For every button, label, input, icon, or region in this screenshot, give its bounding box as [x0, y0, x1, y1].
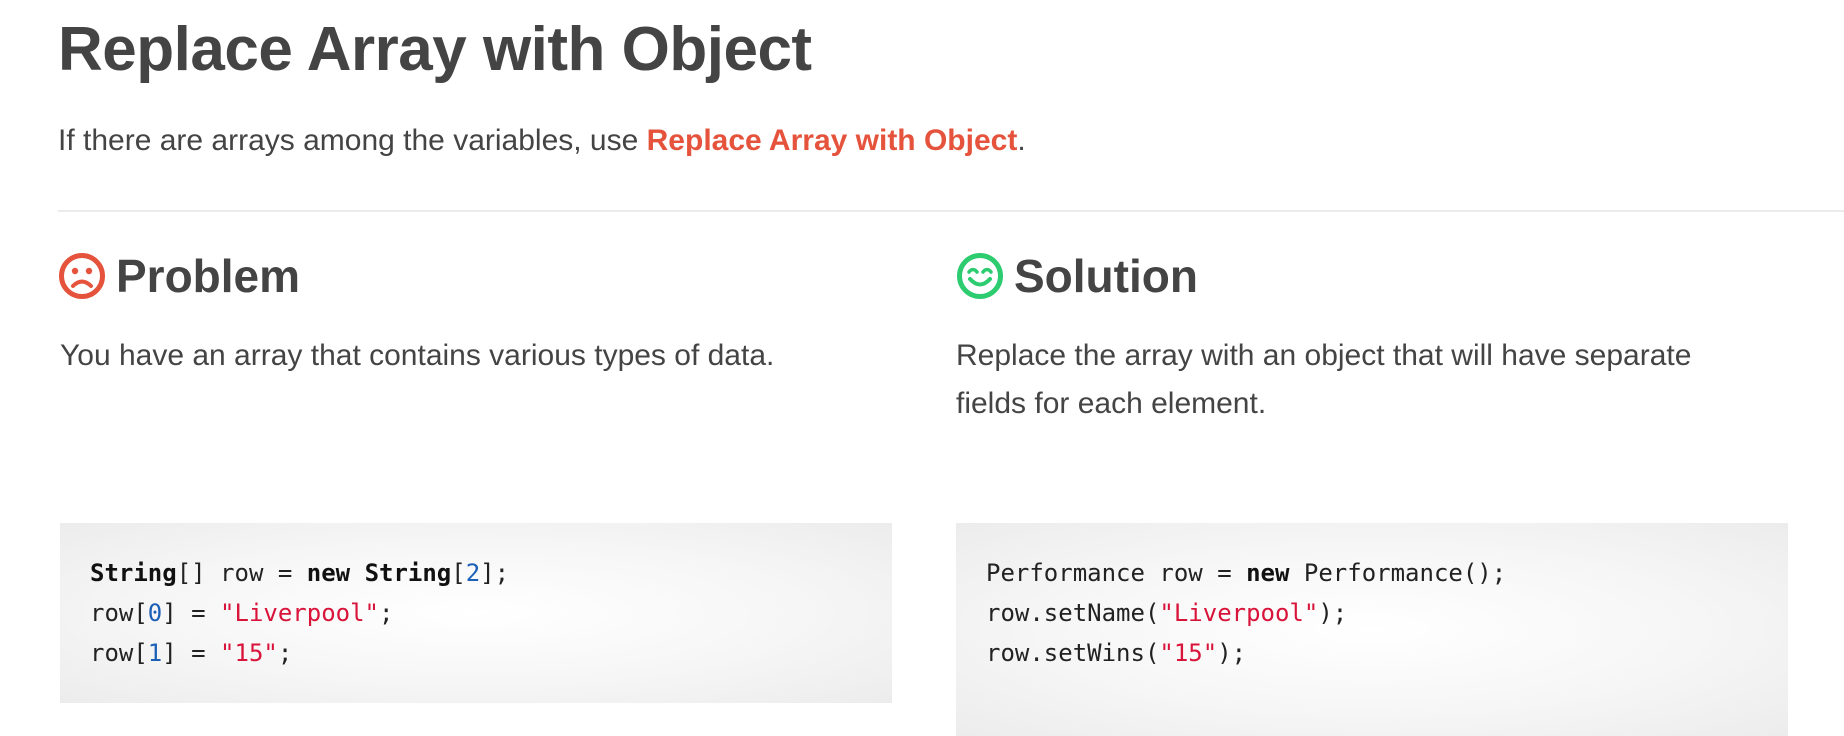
code-line: row[0] = "Liverpool";: [90, 593, 862, 633]
code-token: Performance();: [1289, 559, 1507, 587]
code-line: Performance row = new Performance();: [986, 553, 1758, 593]
code-token: 1: [147, 639, 163, 667]
solution-code-block: Performance row = new Performance(); row.…: [956, 523, 1788, 736]
happy-face-icon: [957, 253, 1003, 299]
code-token: [: [451, 559, 466, 587]
code-token: 0: [147, 599, 163, 627]
code-token: String: [90, 559, 177, 587]
code-token: row.setName(: [986, 599, 1160, 627]
code-token: );: [1217, 639, 1247, 667]
section-divider: [58, 210, 1844, 212]
code-token: "15": [220, 639, 278, 667]
code-token: ] =: [162, 599, 221, 627]
code-token: new: [1246, 559, 1290, 587]
code-token: "Liverpool": [220, 599, 379, 627]
code-token: new: [306, 559, 351, 587]
solution-heading: Solution: [956, 248, 1198, 304]
code-token: row[: [90, 599, 148, 627]
problem-heading: Problem: [58, 248, 300, 304]
replace-array-with-object-link[interactable]: Replace Array with Object: [647, 124, 1018, 157]
problem-title: Problem: [116, 250, 301, 302]
intro-text: If there are arrays among the variables,…: [58, 124, 647, 157]
code-line: row.setName("Liverpool");: [986, 593, 1758, 633]
solution-description: Replace the array with an object that wi…: [956, 339, 1692, 420]
code-token: ] =: [162, 639, 221, 667]
code-token: ;: [277, 639, 293, 667]
code-token: Performance row =: [986, 559, 1247, 587]
solution-title: Solution: [1014, 250, 1198, 302]
intro-suffix: .: [1017, 124, 1026, 157]
code-token: String: [364, 559, 452, 587]
code-token: );: [1318, 599, 1348, 627]
page-title: Replace Array with Object: [58, 15, 812, 84]
sad-face-icon: [59, 253, 105, 299]
code-token: "Liverpool": [1159, 599, 1319, 627]
intro-paragraph: If there are arrays among the variables,…: [58, 124, 1026, 158]
problem-description: You have an array that contains various …: [60, 339, 775, 372]
code-token: 2: [465, 559, 481, 587]
code-token: "15": [1159, 639, 1218, 667]
code-token: row[: [90, 639, 148, 667]
code-token: ;: [379, 599, 394, 627]
code-line: String[] row = new String[2];: [90, 553, 862, 593]
code-line: row[1] = "15";: [90, 633, 862, 673]
code-token: row.setWins(: [986, 639, 1160, 667]
problem-code-block: String[] row = new String[2]; row[0] = "L…: [60, 523, 892, 703]
code-token: ];: [480, 559, 510, 587]
code-line: row.setWins("15");: [986, 633, 1758, 673]
code-token: [] row =: [176, 559, 307, 587]
